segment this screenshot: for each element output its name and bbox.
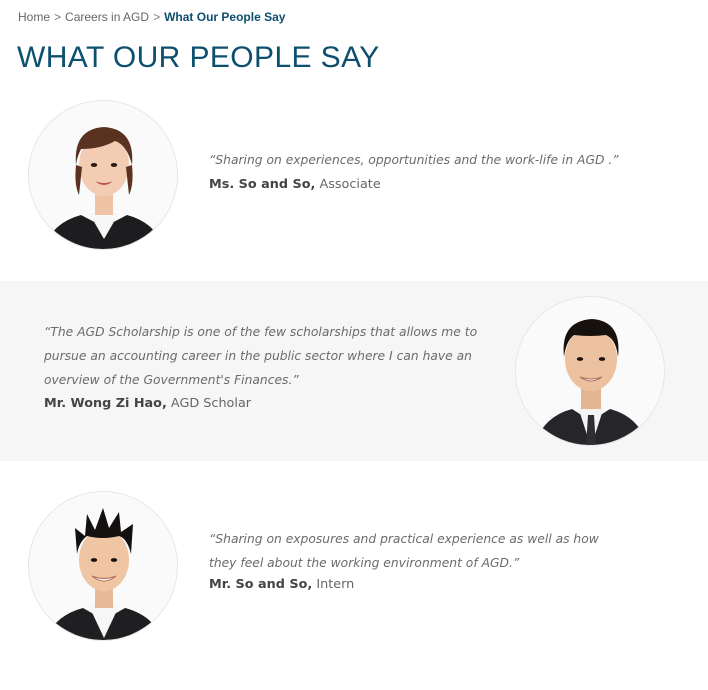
testimonial-quote: “Sharing on exposures and practical expe… xyxy=(209,532,599,570)
testimonial-attribution: Mr. So and So, Intern xyxy=(209,575,354,595)
breadcrumb-home-link[interactable]: Home xyxy=(18,10,50,24)
testimonial-name: Mr. So and So, xyxy=(209,577,313,592)
testimonial-photo-male-intern xyxy=(28,491,178,641)
breadcrumb: Home > Careers in AGD > What Our People Say xyxy=(18,10,285,24)
testimonial-photo-female-associate xyxy=(28,100,178,250)
testimonial-quote: “Sharing on experiences, opportunities a… xyxy=(209,153,619,167)
page-title: WHAT OUR PEOPLE SAY xyxy=(17,41,380,74)
testimonial-attribution: Ms. So and So, Associate xyxy=(209,175,381,195)
testimonial-quote: “The AGD Scholarship is one of the few s… xyxy=(44,325,478,387)
testimonial-role: Associate xyxy=(319,177,381,192)
testimonial-name: Ms. So and So, xyxy=(209,177,316,192)
testimonial-row: “Sharing on experiences, opportunities a… xyxy=(0,90,708,280)
breadcrumb-separator: > xyxy=(54,10,62,24)
testimonial-row: “Sharing on exposures and practical expe… xyxy=(0,462,708,690)
testimonial-role: AGD Scholar xyxy=(170,396,252,411)
testimonial-attribution: Mr. Wong Zi Hao, AGD Scholar xyxy=(44,394,251,414)
breadcrumb-separator: > xyxy=(153,10,161,24)
breadcrumb-current: What Our People Say xyxy=(164,10,286,24)
testimonial-name: Mr. Wong Zi Hao, xyxy=(44,396,167,411)
testimonial-photo-male-scholar xyxy=(515,296,665,446)
testimonial-row: “The AGD Scholarship is one of the few s… xyxy=(0,281,708,461)
breadcrumb-careers-link[interactable]: Careers in AGD xyxy=(65,10,149,24)
testimonial-role: Intern xyxy=(316,577,355,592)
